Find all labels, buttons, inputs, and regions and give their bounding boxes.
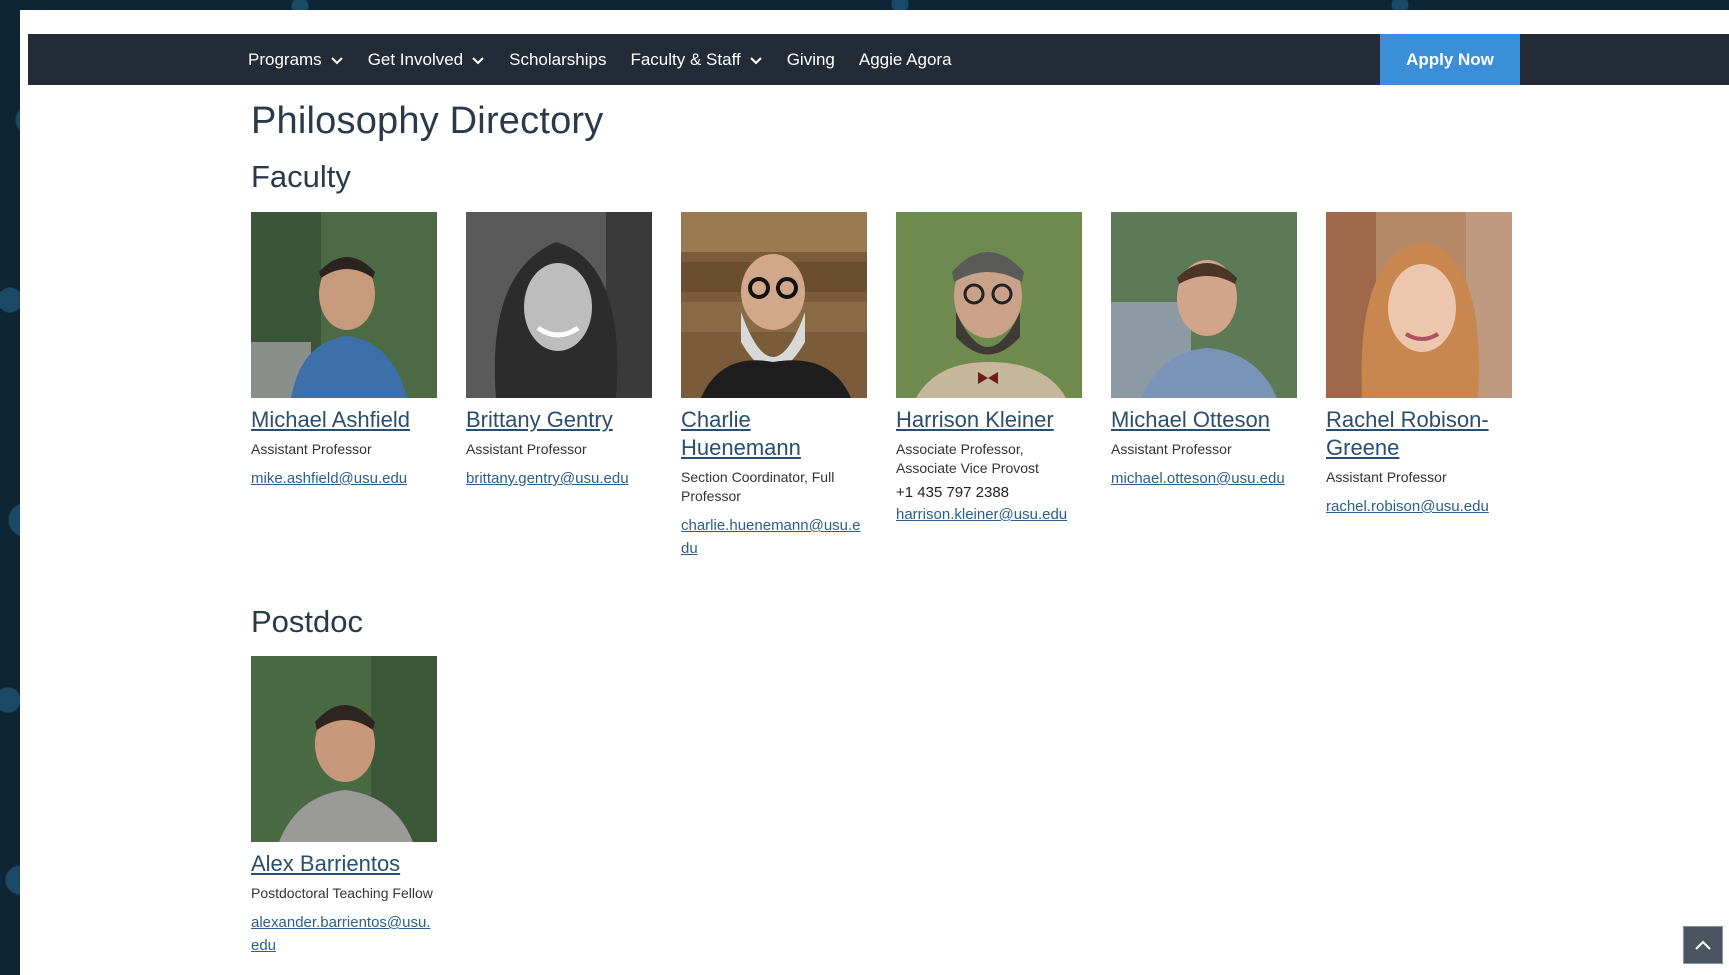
person-name-link[interactable]: Rachel Robison-Greene: [1326, 406, 1512, 462]
chevron-down-icon: [330, 56, 343, 64]
faculty-card: Michael Ashfield Assistant Professor mik…: [251, 212, 437, 490]
nav-item-scholarships[interactable]: Scholarships: [509, 50, 606, 70]
faculty-card: Charlie Huenemann Section Coordinator, F…: [681, 212, 867, 560]
browser-page: Programs Get Involved Scholarships Facul…: [20, 10, 1729, 975]
person-email-link[interactable]: charlie.huenemann@usu.edu: [681, 514, 867, 560]
person-name-link[interactable]: Charlie Huenemann: [681, 406, 867, 462]
main-navbar: Programs Get Involved Scholarships Facul…: [28, 34, 1729, 85]
nav-item-label: Programs: [248, 49, 322, 69]
chevron-down-icon: [472, 56, 484, 64]
person-email-link[interactable]: mike.ashfield@usu.edu: [251, 467, 437, 490]
profile-photo: [1111, 212, 1297, 398]
nav-item-get-involved[interactable]: Get Involved: [368, 50, 485, 70]
person-name-link[interactable]: Harrison Kleiner: [896, 406, 1082, 434]
chevron-down-icon: [749, 56, 762, 64]
postdoc-card: Alex Barrientos Postdoctoral Teaching Fe…: [251, 656, 437, 957]
faculty-card: Harrison Kleiner Associate Professor, As…: [896, 212, 1082, 526]
profile-photo: [466, 212, 652, 398]
nav-item-label: Faculty & Staff: [630, 49, 741, 69]
person-email-link[interactable]: rachel.robison@usu.edu: [1326, 495, 1512, 518]
person-name-link[interactable]: Brittany Gentry: [466, 406, 652, 434]
nav-item-aggie-agora[interactable]: Aggie Agora: [859, 50, 952, 70]
nav-item-giving[interactable]: Giving: [787, 50, 835, 70]
person-title: Section Coordinator, Full Professor: [681, 469, 835, 504]
profile-photo: [681, 212, 867, 398]
person-title: Associate Professor, Associate Vice Prov…: [896, 441, 1039, 476]
faculty-card: Michael Otteson Assistant Professor mich…: [1111, 212, 1297, 490]
nav-item-label: Aggie Agora: [858, 49, 952, 69]
profile-photo: [251, 656, 437, 842]
faculty-card: Rachel Robison-Greene Assistant Professo…: [1326, 212, 1512, 518]
person-email-link[interactable]: harrison.kleiner@usu.edu: [896, 503, 1082, 526]
person-title: Assistant Professor: [1326, 469, 1447, 485]
person-title: Postdoctoral Teaching Fellow: [251, 885, 433, 901]
person-name-link[interactable]: Michael Ashfield: [251, 406, 437, 434]
person-title: Assistant Professor: [466, 441, 587, 457]
faculty-heading: Faculty: [251, 159, 351, 194]
person-name-link[interactable]: Alex Barrientos: [251, 850, 437, 878]
profile-photo: [896, 212, 1082, 398]
chevron-up-icon: [1695, 940, 1711, 950]
person-email-link[interactable]: alexander.barrientos@usu.edu: [251, 911, 437, 957]
profile-photo: [251, 212, 437, 398]
page-title: Philosophy Directory: [251, 100, 604, 142]
postdoc-heading: Postdoc: [251, 604, 364, 639]
faculty-card: Brittany Gentry Assistant Professor brit…: [466, 212, 652, 490]
nav-item-faculty-staff[interactable]: Faculty & Staff: [630, 50, 762, 70]
nav-item-label: Scholarships: [509, 49, 607, 69]
person-email-link[interactable]: michael.otteson@usu.edu: [1111, 467, 1297, 490]
nav-item-programs[interactable]: Programs: [248, 50, 344, 70]
nav-menu: Programs Get Involved Scholarships Facul…: [248, 34, 952, 85]
person-name-link[interactable]: Michael Otteson: [1111, 406, 1297, 434]
scroll-to-top-button[interactable]: [1683, 926, 1723, 964]
profile-photo: [1326, 212, 1512, 398]
apply-now-button[interactable]: Apply Now: [1380, 34, 1520, 85]
person-title: Assistant Professor: [1111, 441, 1232, 457]
nav-item-label: Giving: [786, 49, 835, 69]
person-email-link[interactable]: brittany.gentry@usu.edu: [466, 467, 652, 490]
person-title: Assistant Professor: [251, 441, 372, 457]
nav-item-label: Get Involved: [367, 49, 464, 69]
person-phone: +1 435 797 2388: [896, 484, 1010, 501]
